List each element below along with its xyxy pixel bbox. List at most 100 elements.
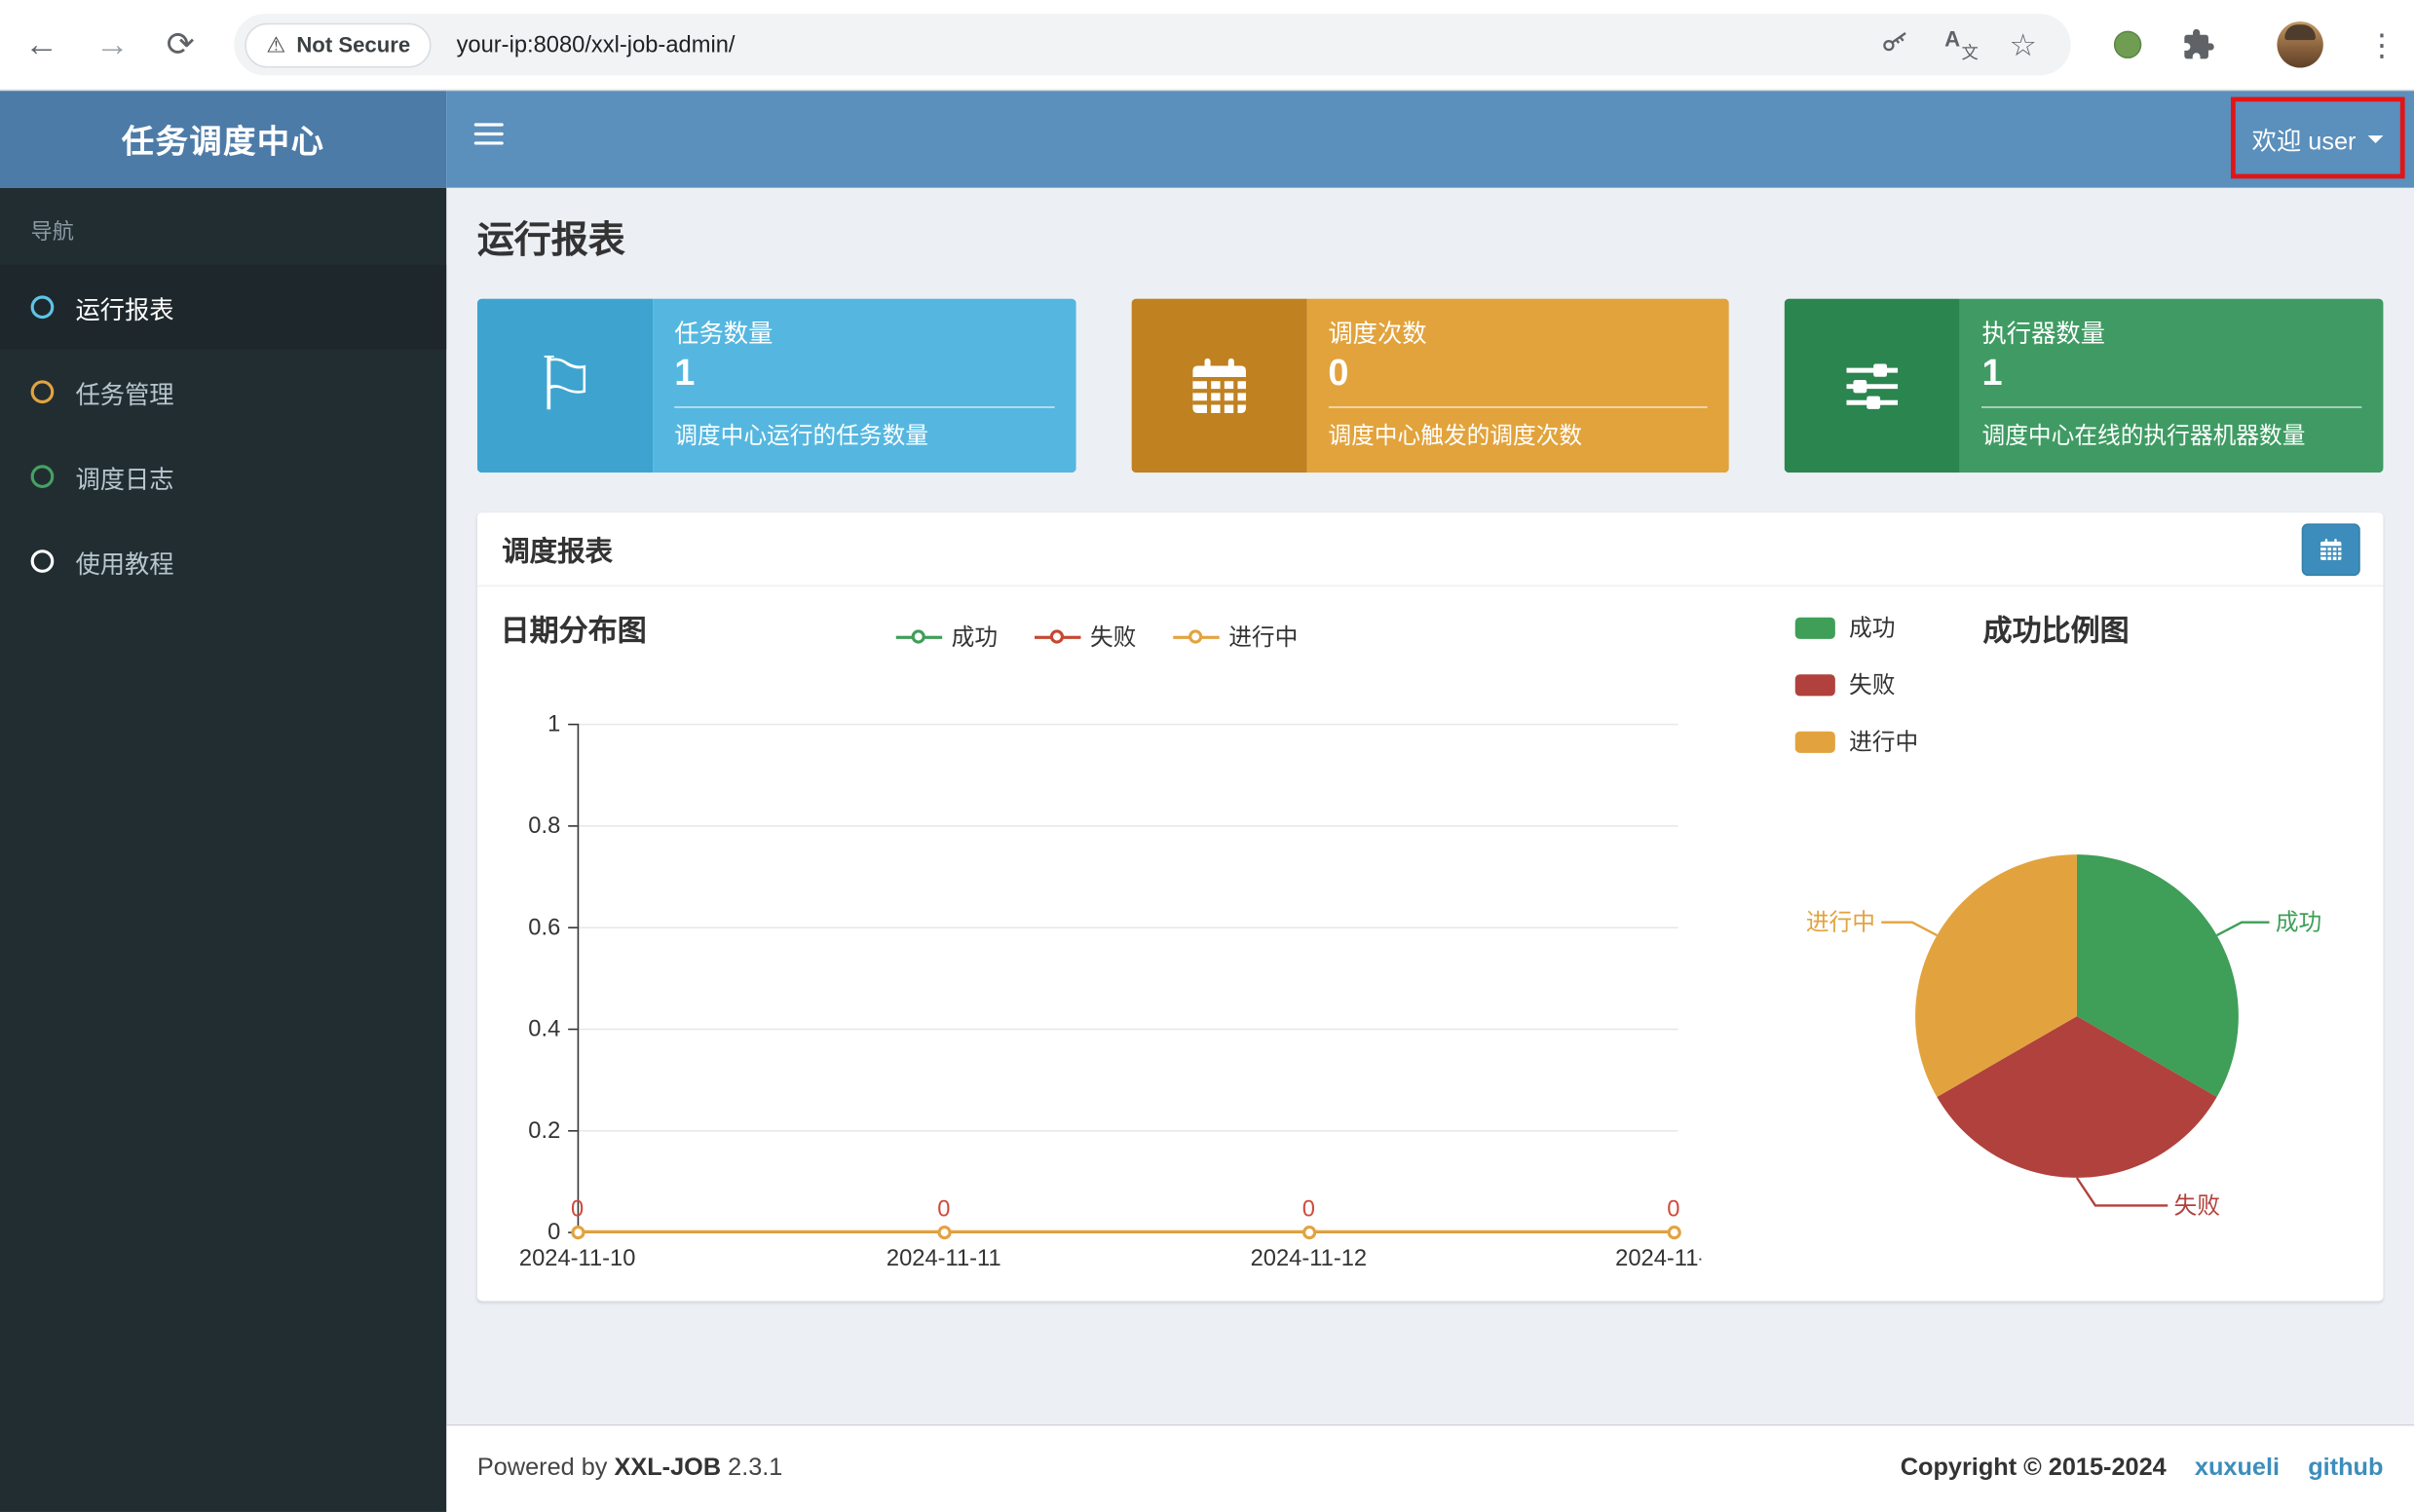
sidebar-item-label: 使用教程 bbox=[75, 543, 173, 580]
success-ratio-chart: 成功 失败 进行中 成功比例图 bbox=[1786, 586, 2390, 1300]
copyright-text: Copyright © 2015-2024 bbox=[1901, 1455, 2167, 1481]
stat-card-desc: 调度中心运行的任务数量 bbox=[674, 419, 1054, 451]
browser-menu-icon[interactable]: ⋮ bbox=[2366, 26, 2397, 65]
callout-line-running bbox=[1881, 923, 1937, 935]
stat-cards-row: ⚐ 任务数量 1 调度中心运行的任务数量 bbox=[477, 299, 2384, 473]
circle-icon bbox=[31, 549, 55, 573]
point-label: 0 bbox=[1302, 1196, 1315, 1223]
y-axis bbox=[578, 724, 580, 1233]
link-xuxueli[interactable]: xuxueli bbox=[2195, 1455, 2280, 1481]
callout-label-fail: 失败 bbox=[2174, 1192, 2220, 1219]
stat-card-title: 调度次数 bbox=[1328, 313, 1708, 350]
stat-card-value: 1 bbox=[1982, 353, 2362, 397]
sidebar-toggle-icon[interactable] bbox=[474, 123, 509, 150]
back-icon[interactable]: ← bbox=[24, 27, 58, 61]
link-github[interactable]: github bbox=[2308, 1455, 2383, 1481]
reload-icon[interactable]: ⟳ bbox=[167, 27, 195, 61]
line-chart-legend: 成功 失败 进行中 bbox=[896, 621, 1299, 653]
user-menu[interactable]: 欢迎 user bbox=[2231, 97, 2405, 179]
y-tick-label: 0 bbox=[486, 1220, 560, 1246]
y-tick-label: 0.8 bbox=[486, 813, 560, 839]
x-tick-label: 2024-11-12 bbox=[1251, 1246, 1368, 1272]
gridline bbox=[578, 926, 1678, 928]
browser-avatar[interactable] bbox=[2277, 21, 2322, 67]
y-tick-label: 0.6 bbox=[486, 915, 560, 941]
legend-item-fail[interactable]: 失败 bbox=[1035, 621, 1136, 653]
data-point[interactable] bbox=[571, 1226, 585, 1239]
user-menu-label: 欢迎 user bbox=[2252, 119, 2357, 156]
y-tick-label: 0.2 bbox=[486, 1117, 560, 1144]
callout-line-success bbox=[2217, 923, 2270, 935]
top-navbar: 欢迎 user bbox=[446, 91, 2414, 188]
y-tick-label: 1 bbox=[486, 711, 560, 737]
sidebar-section-label: 导航 bbox=[0, 188, 446, 265]
sliders-icon bbox=[1785, 299, 1960, 473]
bookmark-star-icon[interactable]: ☆ bbox=[2010, 25, 2037, 64]
sidebar-item-help[interactable]: 使用教程 bbox=[0, 519, 446, 604]
panel-title: 调度报表 bbox=[502, 529, 613, 569]
circle-icon bbox=[31, 295, 55, 319]
stat-card-executors: 执行器数量 1 调度中心在线的执行器机器数量 bbox=[1785, 299, 2383, 473]
circle-icon bbox=[31, 465, 55, 488]
main-content: 运行报表 ⚐ 任务数量 1 调度中心运行的任务数量 bbox=[446, 188, 2414, 1424]
sidebar: 导航 运行报表 任务管理 调度日志 使用教程 bbox=[0, 188, 446, 1512]
x-tick-label: 2024-11-10 bbox=[519, 1246, 636, 1272]
browser-toolbar: ← → ⟳ ⚠ Not Secure your-ip:8080/xxl-job-… bbox=[0, 0, 2414, 91]
gridline bbox=[578, 1029, 1678, 1031]
calendar-icon bbox=[2318, 536, 2345, 563]
series-line-running bbox=[578, 1230, 1674, 1233]
sidebar-item-label: 运行报表 bbox=[75, 288, 173, 325]
sidebar-item-label: 任务管理 bbox=[75, 373, 173, 410]
y-tick-label: 0.4 bbox=[486, 1016, 560, 1042]
brand-logo[interactable]: 任务调度中心 bbox=[0, 91, 446, 188]
stat-card-title: 任务数量 bbox=[674, 313, 1054, 350]
sidebar-item-job-manage[interactable]: 任务管理 bbox=[0, 350, 446, 435]
gridline bbox=[578, 724, 1678, 726]
screen: ← → ⟳ ⚠ Not Secure your-ip:8080/xxl-job-… bbox=[0, 0, 2414, 1512]
date-distribution-chart: 日期分布图 成功 失败 进行中 bbox=[477, 586, 1701, 1300]
data-point[interactable] bbox=[1668, 1226, 1681, 1239]
extension-dot-icon[interactable] bbox=[2114, 31, 2141, 58]
divider bbox=[674, 406, 1054, 408]
point-label: 0 bbox=[937, 1196, 950, 1223]
page-title: 运行报表 bbox=[477, 222, 2384, 262]
url-bar[interactable]: ⚠ Not Secure your-ip:8080/xxl-job-admin/… bbox=[234, 14, 2070, 75]
flag-icon: ⚐ bbox=[477, 299, 653, 473]
date-range-button[interactable] bbox=[2302, 523, 2360, 576]
stat-card-jobs: ⚐ 任务数量 1 调度中心运行的任务数量 bbox=[477, 299, 1075, 473]
sidebar-item-job-log[interactable]: 调度日志 bbox=[0, 435, 446, 519]
x-tick-label: 2024-11-11 bbox=[886, 1246, 1001, 1272]
sidebar-item-label: 调度日志 bbox=[75, 458, 173, 495]
divider bbox=[1328, 406, 1708, 408]
password-key-icon[interactable] bbox=[1880, 25, 1911, 64]
translate-icon[interactable]: A 文 bbox=[1944, 29, 1976, 60]
gridline bbox=[578, 1130, 1678, 1132]
callout-line-fail bbox=[2077, 1178, 2168, 1205]
stat-card-title: 执行器数量 bbox=[1982, 313, 2362, 350]
callout-label-running: 进行中 bbox=[1806, 910, 1875, 936]
legend-item-running[interactable]: 进行中 bbox=[1173, 621, 1298, 653]
security-badge-label: Not Secure bbox=[296, 32, 410, 57]
stat-card-desc: 调度中心在线的执行器机器数量 bbox=[1982, 419, 2362, 451]
calendar-icon bbox=[1131, 299, 1306, 473]
forward-icon[interactable]: → bbox=[95, 27, 130, 61]
warning-icon: ⚠ bbox=[266, 31, 285, 57]
data-point[interactable] bbox=[937, 1226, 951, 1239]
product-version: 2.3.1 bbox=[728, 1455, 782, 1481]
gridline bbox=[578, 825, 1678, 827]
stat-card-triggers: 调度次数 0 调度中心触发的调度次数 bbox=[1131, 299, 1729, 473]
legend-item-success[interactable]: 成功 bbox=[896, 621, 998, 653]
avatar-hat bbox=[2284, 24, 2316, 40]
extensions-puzzle-icon[interactable] bbox=[2181, 27, 2215, 69]
sidebar-item-run-report[interactable]: 运行报表 bbox=[0, 265, 446, 350]
divider bbox=[1982, 406, 2362, 408]
url-text[interactable]: your-ip:8080/xxl-job-admin/ bbox=[457, 31, 736, 57]
security-badge[interactable]: ⚠ Not Secure bbox=[245, 22, 432, 67]
point-label: 0 bbox=[1667, 1196, 1679, 1223]
point-label: 0 bbox=[571, 1196, 584, 1223]
chevron-down-icon bbox=[2368, 135, 2384, 143]
data-point[interactable] bbox=[1302, 1226, 1316, 1239]
report-panel: 调度报表 bbox=[477, 512, 2384, 1301]
callout-label-success: 成功 bbox=[2276, 910, 2321, 936]
footer: Powered by XXL-JOB 2.3.1 Copyright © 201… bbox=[446, 1424, 2414, 1512]
